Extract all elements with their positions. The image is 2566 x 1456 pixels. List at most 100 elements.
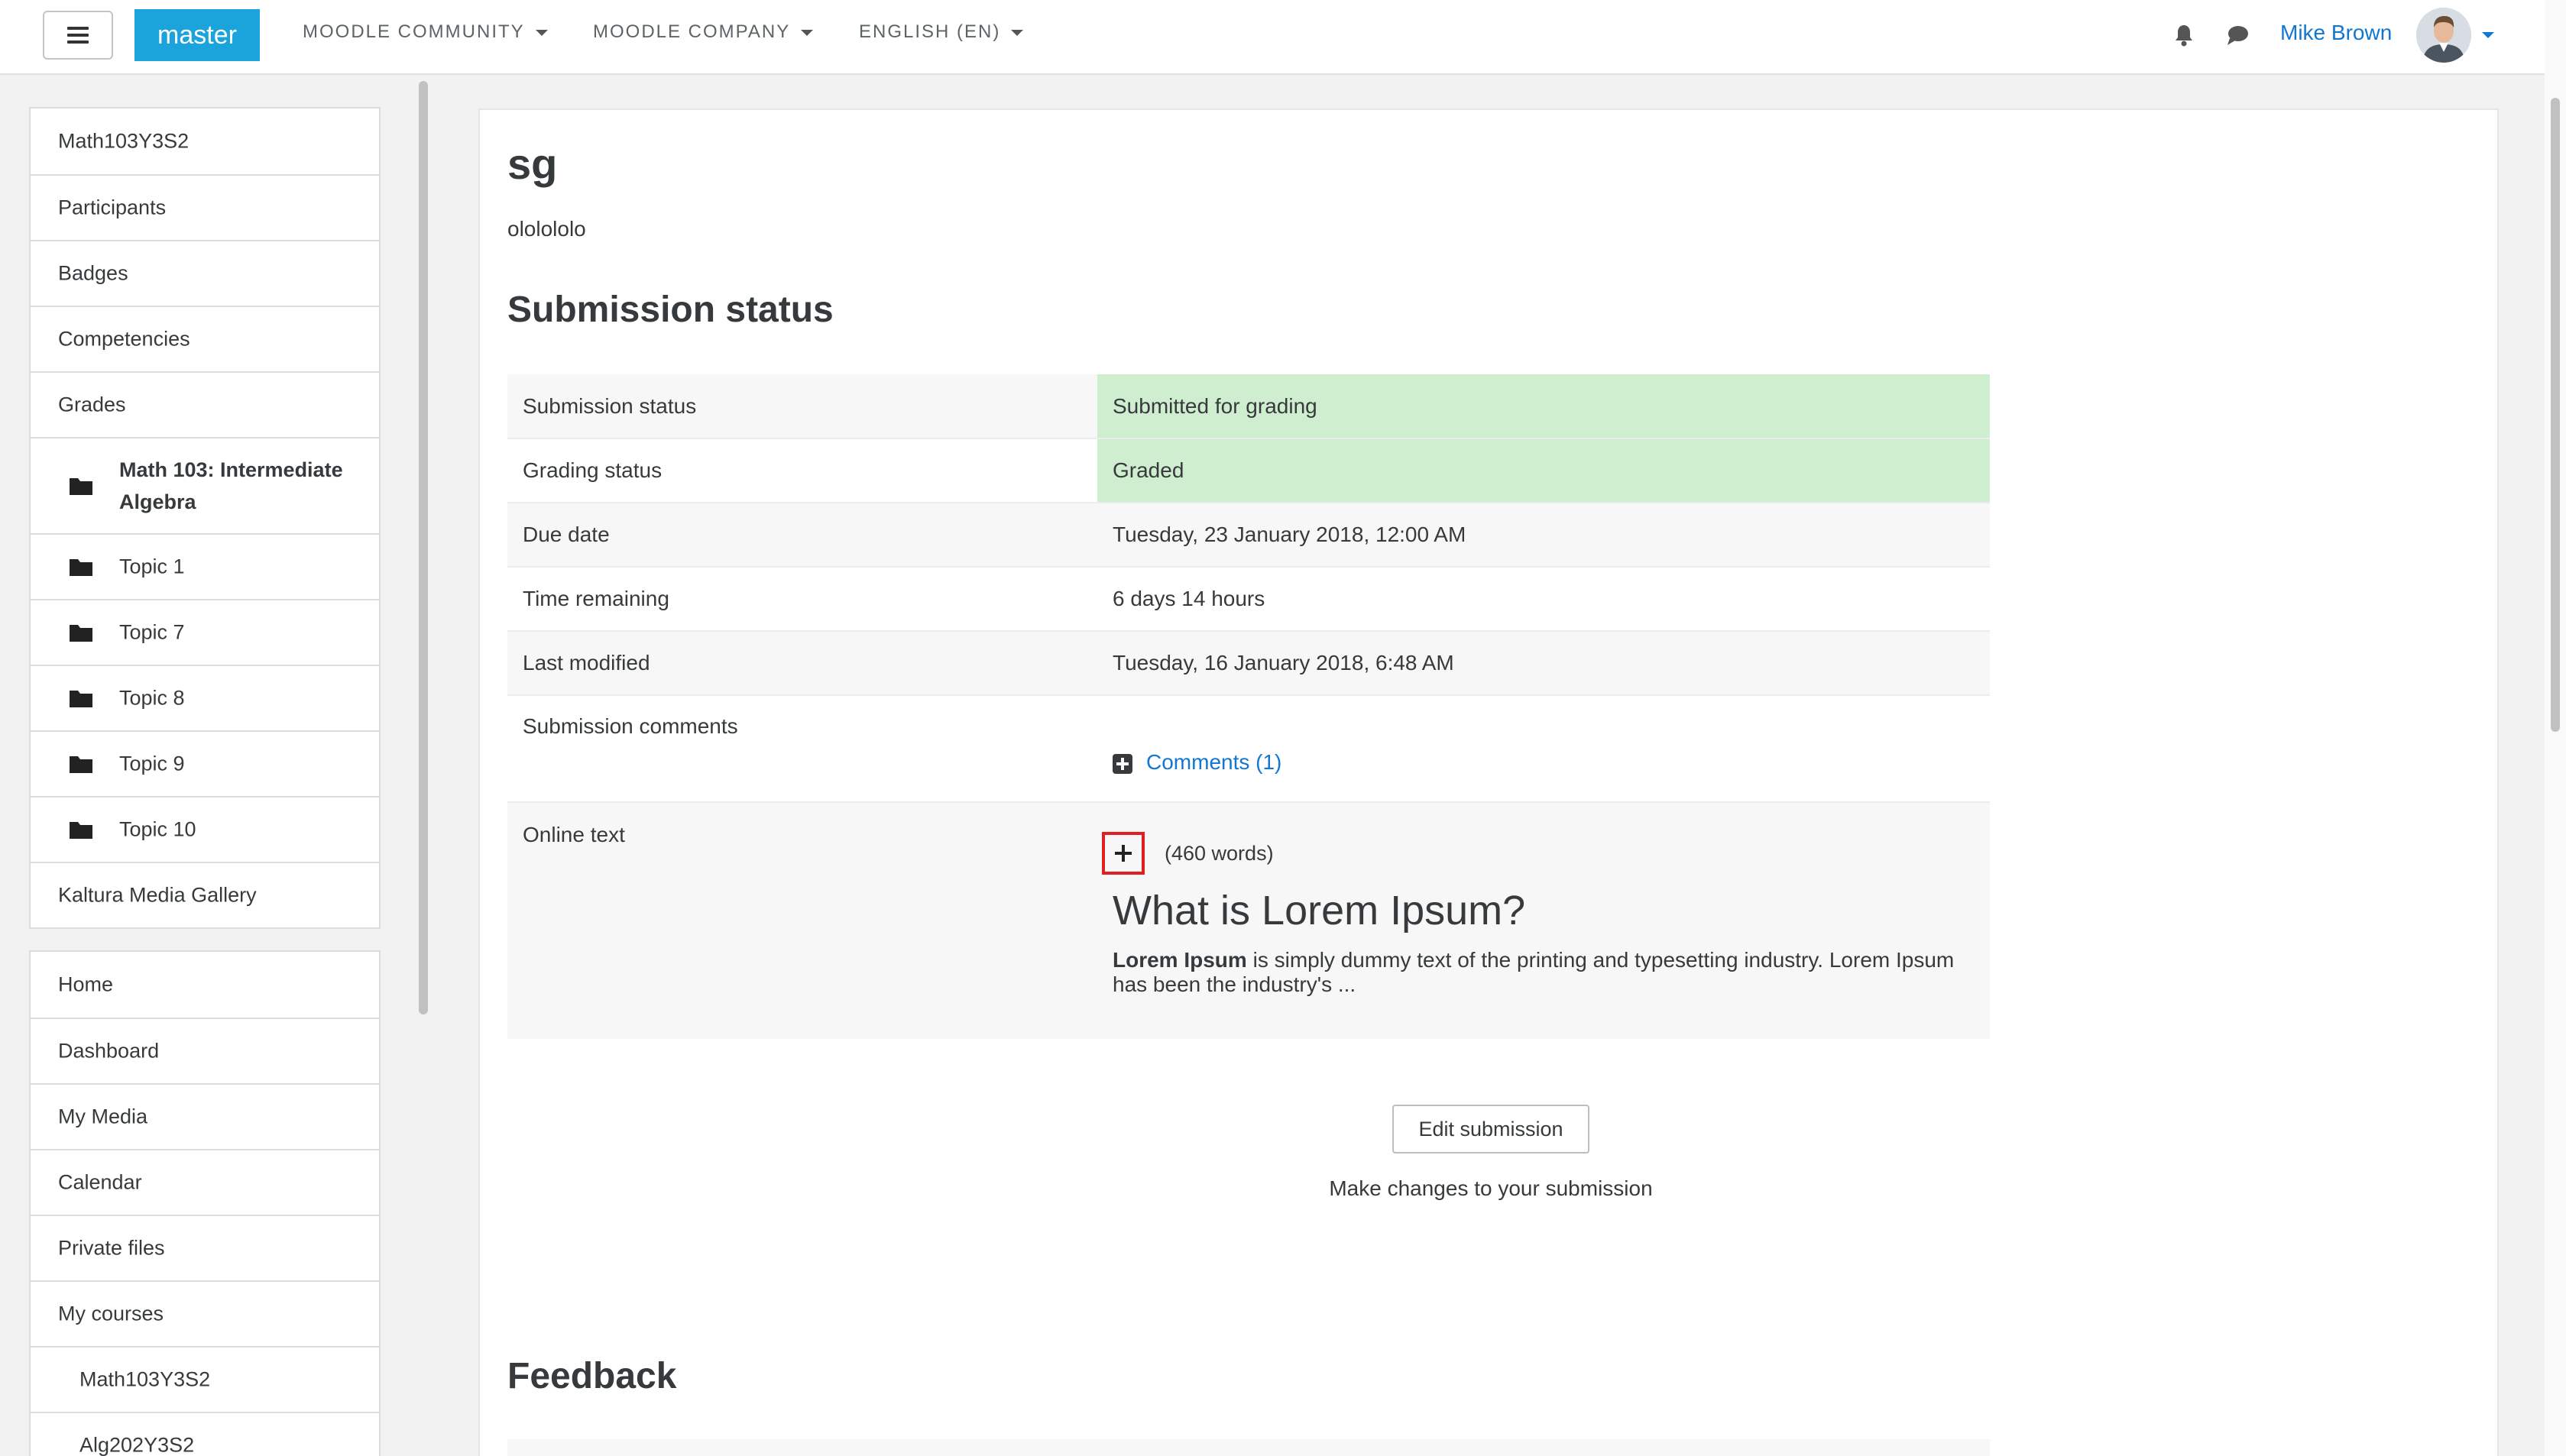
folder-icon <box>70 691 92 707</box>
sidebar-item-topic-7[interactable]: Topic 7 <box>31 599 379 665</box>
sidebar-item-course-alg202[interactable]: Alg202Y3S2 <box>31 1412 379 1456</box>
sidebar-item-label: Topic 7 <box>119 620 185 644</box>
sidebar-item-topic-10[interactable]: Topic 10 <box>31 796 379 862</box>
sidebar-item-label: Topic 9 <box>119 752 185 775</box>
submission-status-heading: Submission status <box>507 290 834 330</box>
sidebar-item-private-files[interactable]: Private files <box>31 1215 379 1280</box>
comments-cell: Comments (1) <box>1097 695 1990 802</box>
user-menu-caret-icon[interactable] <box>2482 32 2494 38</box>
row-label: Grading status <box>523 458 663 482</box>
online-text-cell: (460 words) What is Lorem Ipsum? Lorem I… <box>1097 802 1990 1039</box>
site-brand[interactable]: master <box>134 9 260 61</box>
sidebar-item-competencies[interactable]: Competencies <box>31 306 379 371</box>
sidebar-item-my-media[interactable]: My Media <box>31 1083 379 1149</box>
folder-icon <box>70 559 92 576</box>
page-scrollbar-thumb[interactable] <box>2551 98 2560 732</box>
sidebar-item-label: Grades <box>58 393 126 416</box>
online-text-preview: Lorem Ipsum is simply dummy text of the … <box>1113 948 1975 997</box>
sidebar-item-grades[interactable]: Grades <box>31 371 379 437</box>
menu-label: MOODLE COMPANY <box>593 21 791 42</box>
status-value-graded: Graded <box>1097 438 1990 503</box>
sidebar-item-label: Topic 10 <box>119 817 196 841</box>
folder-icon <box>70 756 92 773</box>
row-label: Submission status <box>507 374 1097 438</box>
drawer-scrollbar-thumb[interactable] <box>419 81 428 1014</box>
course-navigation: Math103Y3S2 Participants Badges Competen… <box>29 107 381 929</box>
row-label: Last modified <box>507 631 1097 695</box>
menu-label: ENGLISH (EN) <box>859 21 1001 42</box>
menu-language[interactable]: ENGLISH (EN) <box>859 21 1024 43</box>
sidebar-item-badges[interactable]: Badges <box>31 240 379 306</box>
sidebar-item-label: My Media <box>58 1105 148 1128</box>
sidebar-item-label: Math103Y3S2 <box>58 129 190 153</box>
folder-icon <box>70 822 92 839</box>
table-row-due-date: Due date Tuesday, 23 January 2018, 12:00… <box>507 503 1990 567</box>
user-avatar[interactable] <box>2416 8 2471 63</box>
sidebar-item-calendar[interactable]: Calendar <box>31 1149 379 1215</box>
row-label: Due date <box>507 503 1097 567</box>
edit-submission-help: Make changes to your submission <box>1329 1176 1653 1200</box>
sidebar-item-topic-8[interactable]: Topic 8 <box>31 665 379 730</box>
expand-online-text-icon[interactable] <box>1102 832 1145 875</box>
sidebar-item-label: Topic 8 <box>119 686 185 710</box>
main-content: sg ololololo Submission status Submissio… <box>478 108 2499 1456</box>
sidebar-item-label: Dashboard <box>58 1039 160 1063</box>
page-title: sg <box>507 140 558 188</box>
caret-down-icon <box>535 29 548 36</box>
sidebar-item-home[interactable]: Home <box>31 952 379 1018</box>
sidebar-item-label: Participants <box>58 196 167 219</box>
sidebar-item-label: Math103Y3S2 <box>79 1367 211 1391</box>
chat-icon[interactable] <box>2225 23 2250 47</box>
sidebar-item-kaltura-media-gallery[interactable]: Kaltura Media Gallery <box>31 862 379 927</box>
sidebar-item-label: Calendar <box>58 1170 142 1194</box>
table-row-time-remaining: Time remaining 6 days 14 hours <box>507 567 1990 631</box>
sidebar-item-participants[interactable]: Participants <box>31 174 379 240</box>
sidebar-item-label: Private files <box>58 1236 165 1260</box>
submission-status-table: Submission status Submitted for grading … <box>507 374 1990 1039</box>
sidebar-item-label: Math 103: Intermediate Algebra <box>119 458 343 513</box>
caret-down-icon <box>801 29 814 36</box>
sidebar-item-label: Badges <box>58 261 128 285</box>
sidebar-item-label: Kaltura Media Gallery <box>58 883 257 907</box>
table-row-last-modified: Last modified Tuesday, 16 January 2018, … <box>507 631 1990 695</box>
sidebar-item-topic-9[interactable]: Topic 9 <box>31 730 379 796</box>
edit-submission-button[interactable]: Edit submission <box>1392 1105 1589 1153</box>
sidebar-item-label: Home <box>58 972 114 996</box>
time-remaining-value: 6 days 14 hours <box>1113 587 1265 610</box>
feedback-table-top <box>507 1439 1990 1456</box>
table-row-submission-status: Submission status Submitted for grading <box>507 374 1990 438</box>
due-date-value: Tuesday, 23 January 2018, 12:00 AM <box>1097 503 1990 567</box>
folder-icon <box>70 625 92 642</box>
sidebar-item-topic-1[interactable]: Topic 1 <box>31 533 379 599</box>
online-text-summary: (460 words) <box>1102 832 1975 875</box>
sidebar-item-label: Competencies <box>58 327 190 351</box>
bell-icon[interactable] <box>2172 23 2196 47</box>
table-row-online-text: Online text (460 words) What is Lorem Ip… <box>507 802 1990 1039</box>
online-text-heading: What is Lorem Ipsum? <box>1113 888 1526 933</box>
sidebar-item-my-courses[interactable]: My courses <box>31 1280 379 1346</box>
comments-link[interactable]: Comments (1) <box>1146 750 1281 774</box>
hamburger-icon <box>67 23 89 47</box>
sidebar-item-label: Topic 1 <box>119 555 185 578</box>
row-label: Time remaining <box>523 587 669 610</box>
row-label: Online text <box>507 802 1097 1039</box>
sidebar-item-label: Alg202Y3S2 <box>79 1433 195 1456</box>
user-menu-name[interactable]: Mike Brown <box>2280 21 2392 45</box>
expand-plus-icon[interactable] <box>1113 753 1132 774</box>
row-label: Submission comments <box>523 714 738 738</box>
drawer-toggle-button[interactable] <box>43 11 113 60</box>
sidebar-item-course[interactable]: Math103Y3S2 <box>31 108 379 174</box>
caret-down-icon <box>1011 29 1024 36</box>
sidebar-item-course-section[interactable]: Math 103: Intermediate Algebra <box>31 437 379 533</box>
site-navigation: Home Dashboard My Media Calendar Private… <box>29 950 381 1456</box>
table-row-submission-comments: Submission comments Comments (1) <box>507 695 1990 802</box>
feedback-heading: Feedback <box>507 1356 677 1396</box>
word-count: (460 words) <box>1165 841 1274 865</box>
online-text-bold-lead: Lorem Ipsum <box>1113 948 1247 972</box>
top-navbar: master MOODLE COMMUNITY MOODLE COMPANY E… <box>0 0 2545 75</box>
menu-moodle-community[interactable]: MOODLE COMMUNITY <box>303 21 548 43</box>
table-row-grading-status: Grading status Graded <box>507 438 1990 503</box>
sidebar-item-dashboard[interactable]: Dashboard <box>31 1018 379 1083</box>
menu-moodle-company[interactable]: MOODLE COMPANY <box>593 21 814 43</box>
sidebar-item-course-math103[interactable]: Math103Y3S2 <box>31 1346 379 1412</box>
